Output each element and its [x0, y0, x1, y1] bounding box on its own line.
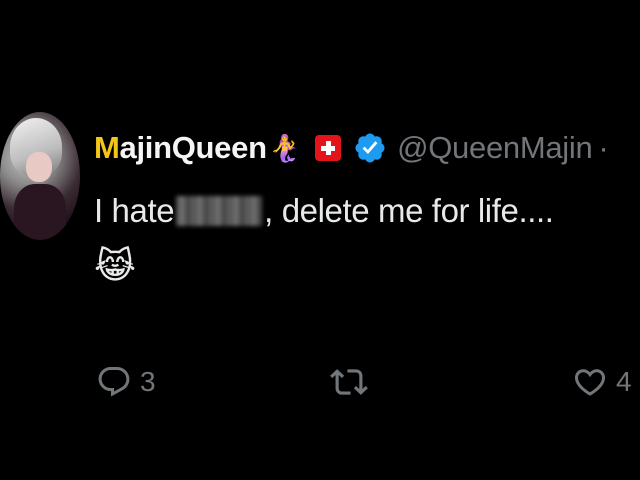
- avatar-face: [26, 152, 52, 182]
- tweet-header: MajinQueen 🧜‍♀️ @QueenMajin ·: [94, 118, 609, 178]
- tweet-text-before: I hate: [94, 192, 175, 229]
- user-handle[interactable]: @QueenMajin: [397, 130, 593, 166]
- reply-button[interactable]: 3: [96, 358, 156, 406]
- avatar-body: [14, 184, 66, 240]
- tweet-actions: 3 4: [0, 358, 640, 406]
- tweet-text-after: , delete me for life....: [264, 192, 554, 229]
- reply-icon: [98, 367, 130, 397]
- like-count: 4: [616, 366, 632, 397]
- tweet-text: I hate , delete me for life....: [94, 192, 554, 230]
- mermaid-emoji-icon: 🧜‍♀️: [268, 133, 302, 163]
- reply-count: 3: [140, 366, 156, 397]
- like-icon: [574, 369, 606, 396]
- swiss-flag-icon: [315, 135, 342, 161]
- tweet-emoji: 😹: [94, 245, 137, 286]
- display-name-first-letter: M: [94, 130, 120, 165]
- display-name[interactable]: MajinQueen: [94, 130, 267, 166]
- verified-badge-icon[interactable]: [353, 131, 387, 165]
- retweet-button[interactable]: [330, 358, 376, 406]
- retweet-icon: [330, 369, 368, 395]
- display-name-rest: ajinQueen: [119, 130, 267, 165]
- censored-word: [176, 196, 263, 226]
- tweet[interactable]: MajinQueen 🧜‍♀️ @QueenMajin · I hate , d…: [0, 0, 640, 480]
- avatar[interactable]: [0, 112, 80, 240]
- separator-dot: ·: [598, 130, 609, 165]
- like-button[interactable]: 4: [572, 358, 632, 406]
